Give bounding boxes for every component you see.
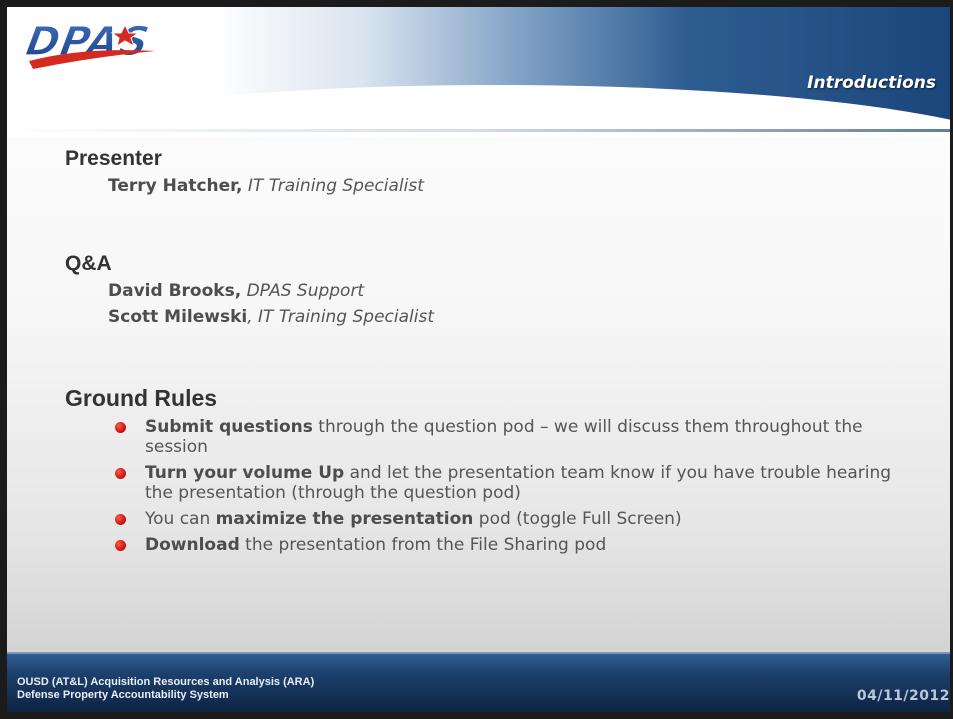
qa-section: Q&A David Brooks, DPAS Support Scott Mil… [65,252,434,330]
qa-entry: Scott Milewski, IT Training Specialist [108,304,434,330]
person-role: IT Training Specialist [247,176,424,196]
list-item: Turn your volume Up and let the presenta… [115,463,915,503]
dpas-logo-graphic: DPAS [22,18,155,69]
list-item: You can maximize the presentation pod (t… [115,509,915,529]
list-item: Submit questions through the question po… [115,417,915,457]
rule-prefix: You can [145,509,216,529]
ground-rules-section: Ground Rules [65,385,217,412]
ground-rules-heading: Ground Rules [65,385,218,411]
footer-line-2: Defense Property Accountability System [17,689,229,701]
presenter-heading: Presenter [65,147,162,170]
footer-organization: OUSD (AT&L) Acquisition Resources and An… [17,676,314,702]
footer-line-1: OUSD (AT&L) Acquisition Resources and An… [17,676,315,688]
qa-heading: Q&A [65,252,112,275]
red-bullet-icon [115,514,126,525]
footer-date: 04/11/2012 [856,688,950,704]
section-title: Introductions [807,73,936,93]
qa-entry: David Brooks, DPAS Support [108,278,434,304]
rule-emphasis: Submit questions [145,417,313,437]
person-role: , IT Training Specialist [247,307,435,327]
rule-emphasis: maximize the presentation [215,509,474,529]
list-item: Download the presentation from the File … [115,535,915,555]
slide-footer: OUSD (AT&L) Acquisition Resources and An… [7,652,950,712]
presenter-entry: Terry Hatcher, IT Training Specialist [108,173,424,199]
ground-rules-list: Submit questions through the question po… [115,417,915,561]
dpas-logo: DPAS [22,17,163,77]
red-bullet-icon [115,540,126,551]
person-role: DPAS Support [246,281,365,301]
person-name: David Brooks, [108,281,242,301]
red-bullet-icon [115,468,126,479]
rule-emphasis: Download [145,535,240,555]
slide: DPAS Introductions Presenter Terry Hatch… [0,0,953,719]
rule-emphasis: Turn your volume Up [145,463,345,483]
person-name: Terry Hatcher, [108,176,243,196]
rule-text: the presentation from the File Sharing p… [239,535,607,555]
red-bullet-icon [115,422,126,433]
header-divider [7,129,950,132]
presenter-section: Presenter Terry Hatcher, IT Training Spe… [65,147,424,199]
person-name: Scott Milewski [108,307,248,327]
slide-header: DPAS Introductions [7,7,950,137]
rule-text: pod (toggle Full Screen) [473,509,682,529]
